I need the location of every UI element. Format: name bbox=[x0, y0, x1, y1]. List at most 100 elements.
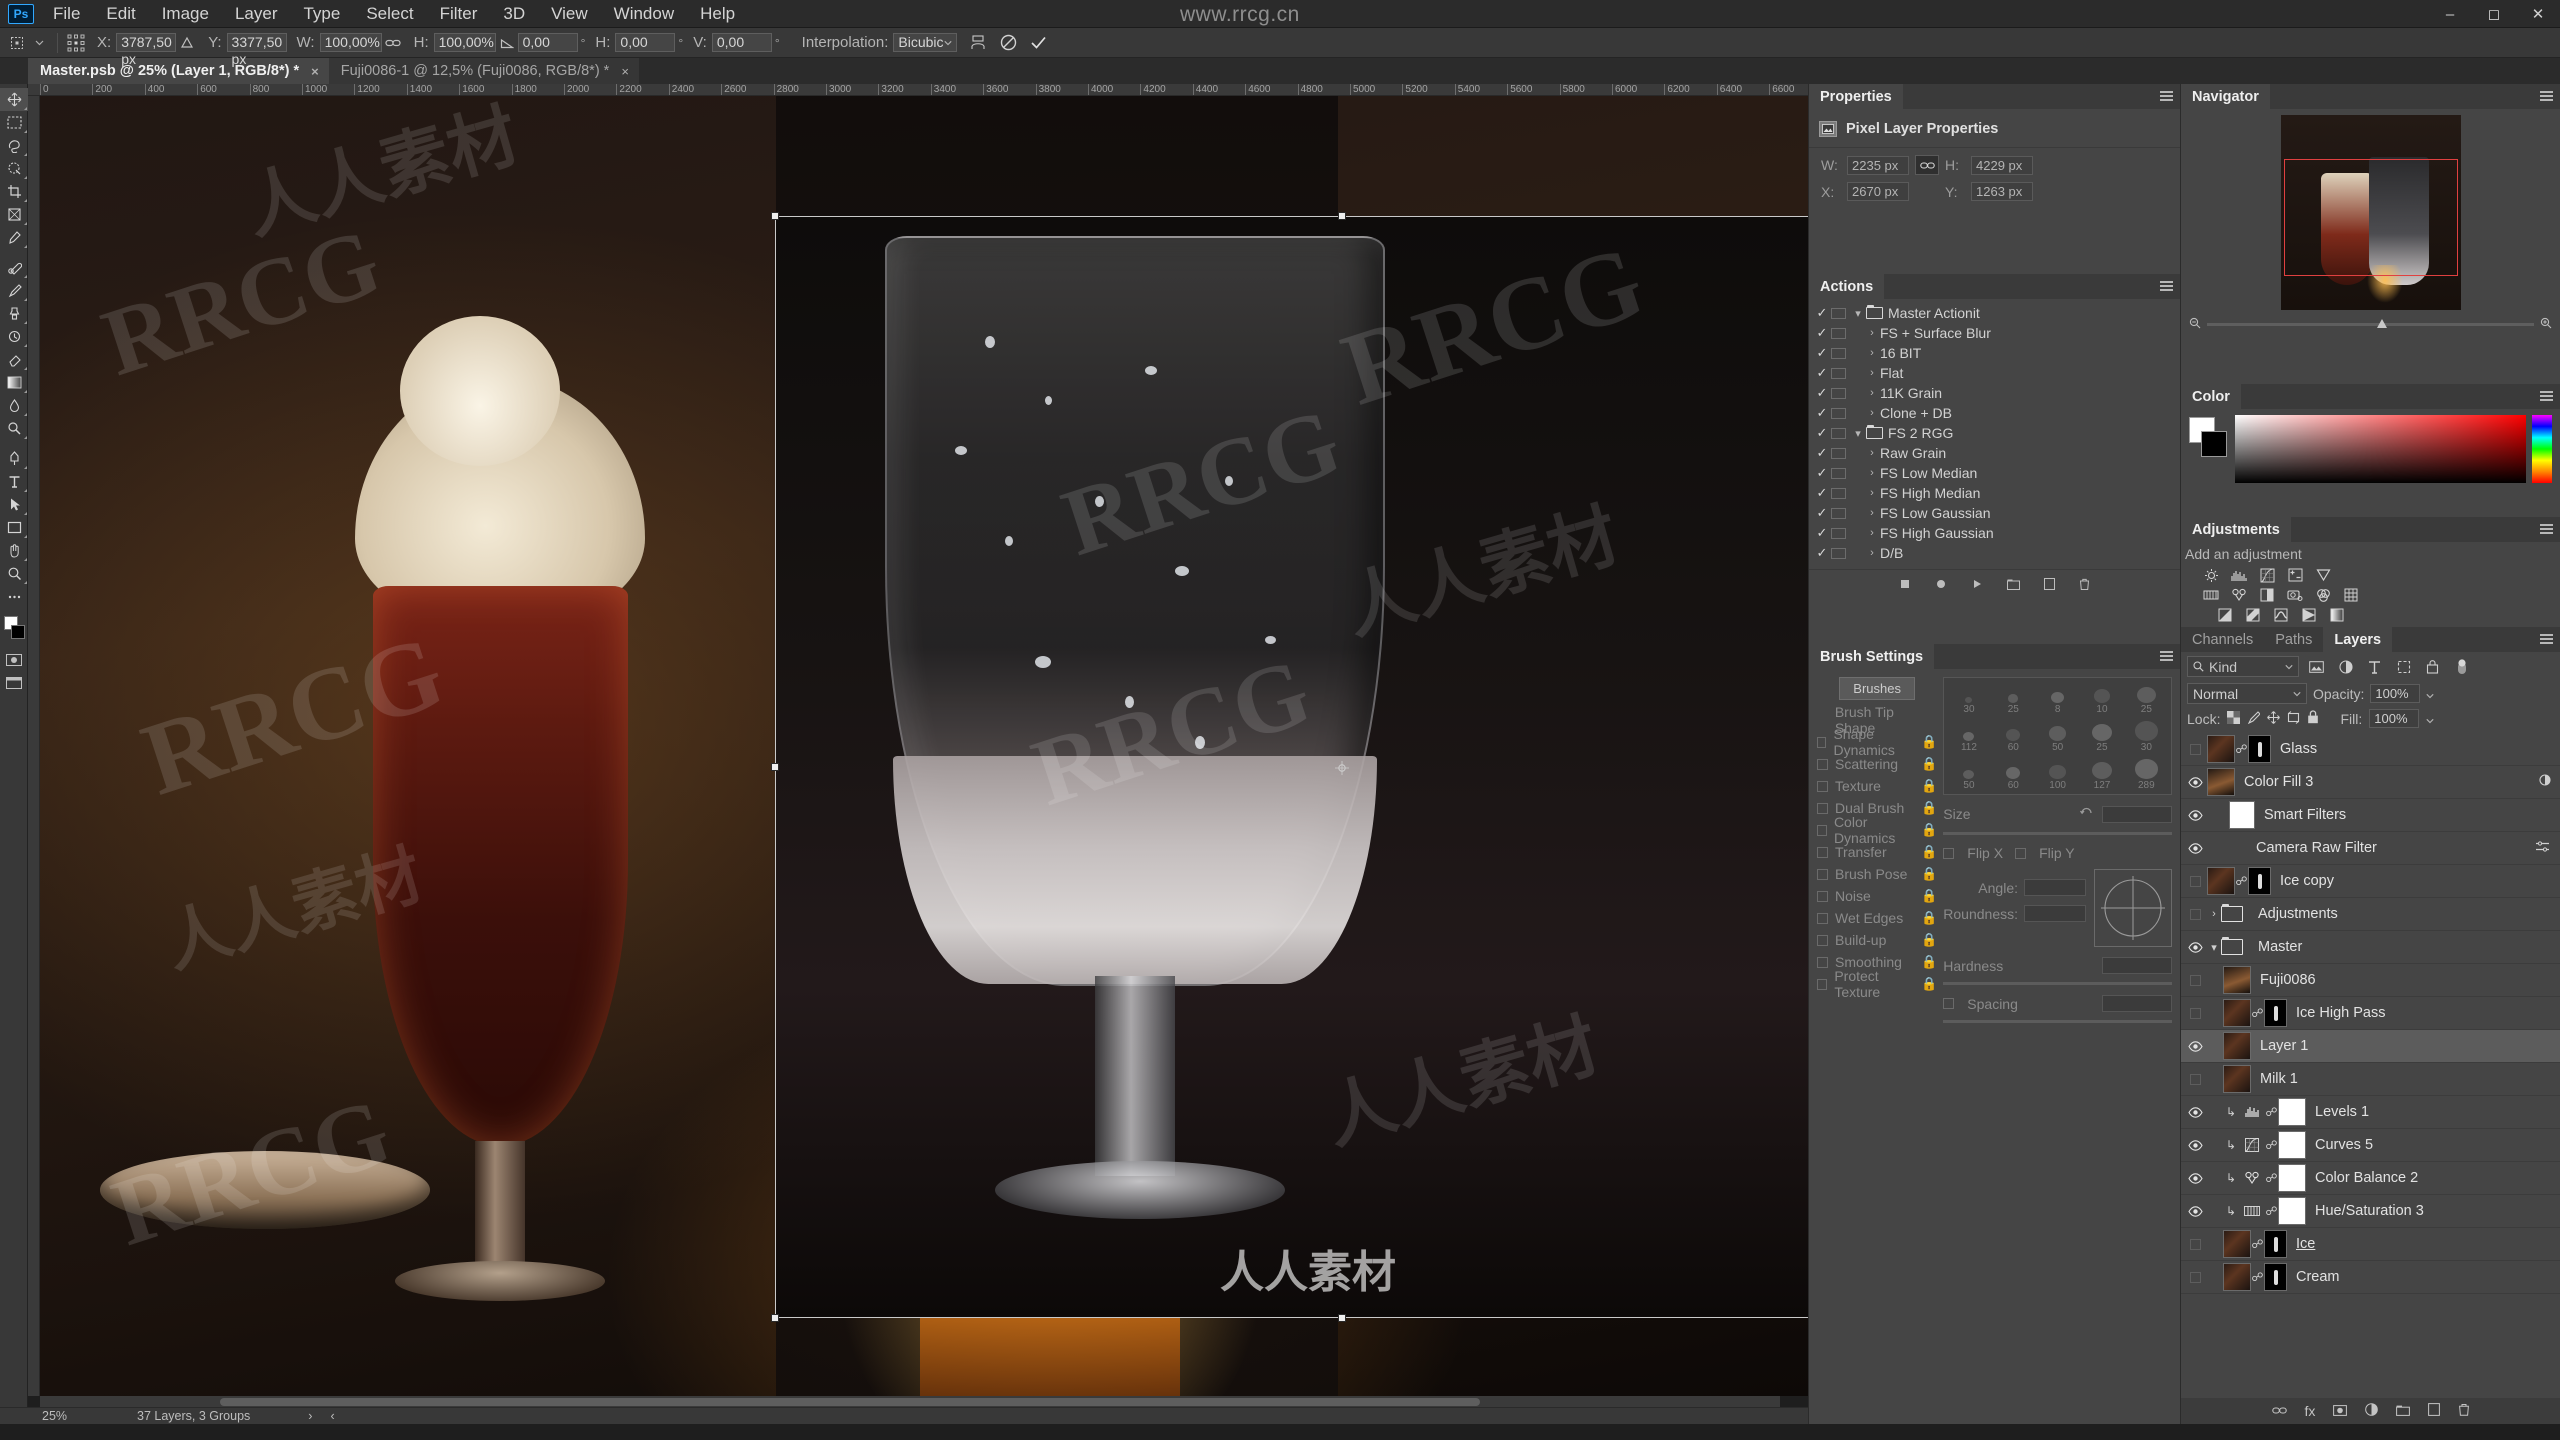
horizontal-scrollbar[interactable] bbox=[40, 1396, 1780, 1407]
layer-mask-thumbnail[interactable] bbox=[2248, 867, 2271, 895]
brush-option-checkbox[interactable] bbox=[1817, 891, 1828, 902]
brush-option-checkbox[interactable] bbox=[1817, 825, 1827, 836]
action-toggle-check[interactable]: ✓ bbox=[1813, 305, 1831, 321]
layer-visibility-toggle[interactable] bbox=[2183, 810, 2207, 821]
filter-settings-icon[interactable] bbox=[2535, 840, 2550, 856]
layer-visibility-toggle[interactable] bbox=[2183, 1173, 2207, 1184]
layer-thumbnail[interactable] bbox=[2223, 999, 2251, 1027]
canvas-area[interactable]: RRCG RRCG RRCG RRCG RRCG RRCG 人人素材 人人素材 … bbox=[40, 96, 1808, 1396]
lock-icon[interactable]: 🔒 bbox=[1921, 910, 1937, 926]
tab-color[interactable]: Color bbox=[2181, 384, 2241, 409]
interpolation-select[interactable]: Bicubic bbox=[893, 33, 957, 52]
layer-mask-thumbnail[interactable] bbox=[2248, 735, 2271, 763]
action-toggle-check[interactable]: ✓ bbox=[1813, 445, 1831, 461]
layer-filter-kind-select[interactable]: Kind bbox=[2187, 656, 2299, 677]
action-dialog-toggle[interactable] bbox=[1831, 428, 1846, 439]
dodge-tool[interactable] bbox=[0, 417, 28, 440]
brush-tip-cell[interactable]: 289 bbox=[2125, 754, 2168, 791]
eyedropper-tool[interactable] bbox=[0, 226, 28, 249]
delete-icon[interactable] bbox=[2079, 575, 2090, 595]
invert-icon[interactable] bbox=[2211, 605, 2239, 625]
action-row[interactable]: ✓›FS Low Gaussian bbox=[1813, 503, 2176, 523]
layer-row[interactable]: Color Fill 3 bbox=[2181, 766, 2560, 799]
brush-tip-cell[interactable]: 100 bbox=[2036, 754, 2079, 791]
panel-menu-icon[interactable] bbox=[2540, 634, 2553, 645]
layer-visibility-empty[interactable] bbox=[2190, 876, 2201, 887]
photo-filter-icon[interactable] bbox=[2281, 585, 2309, 605]
layer-row[interactable]: Smart Filters bbox=[2181, 799, 2560, 832]
document-tab-1[interactable]: Fuji0086-1 @ 12,5% (Fuji0086, RGB/8*) *× bbox=[329, 58, 639, 84]
layer-visibility-empty[interactable] bbox=[2190, 1272, 2201, 1283]
menu-select[interactable]: Select bbox=[353, 0, 426, 28]
brush-size-slider[interactable] bbox=[1943, 832, 2172, 835]
menu-type[interactable]: Type bbox=[290, 0, 353, 28]
chevron-right-icon[interactable]: › bbox=[1864, 507, 1880, 519]
layer-style-icon[interactable]: fx bbox=[2305, 1403, 2316, 1419]
lock-icon[interactable]: 🔒 bbox=[1921, 734, 1937, 750]
brush-tip-cell[interactable]: 25 bbox=[2080, 716, 2123, 753]
horizontal-ruler[interactable]: 0200400600800100012001400160018002000220… bbox=[28, 84, 1808, 96]
delta-icon[interactable] bbox=[176, 32, 198, 54]
black-white-icon[interactable] bbox=[2253, 585, 2281, 605]
action-toggle-check[interactable]: ✓ bbox=[1813, 485, 1831, 501]
transform-handle-tl[interactable] bbox=[771, 212, 779, 220]
vertical-ruler[interactable] bbox=[28, 96, 40, 1396]
menu-filter[interactable]: Filter bbox=[427, 0, 491, 28]
tab-actions[interactable]: Actions bbox=[1809, 274, 1884, 299]
mask-link-icon[interactable]: ☍ bbox=[2235, 742, 2248, 756]
action-dialog-toggle[interactable] bbox=[1831, 548, 1846, 559]
lock-icon[interactable]: 🔒 bbox=[1921, 866, 1937, 882]
curves-icon[interactable] bbox=[2253, 565, 2281, 585]
layer-row[interactable]: ↳☍Color Balance 2 bbox=[2181, 1162, 2560, 1195]
marquee-tool[interactable] bbox=[0, 111, 28, 134]
mask-link-icon[interactable]: ☍ bbox=[2265, 1204, 2278, 1218]
transform-handle-bl[interactable] bbox=[771, 1314, 779, 1322]
chevron-right-icon[interactable]: › bbox=[1864, 527, 1880, 539]
commit-transform-icon[interactable] bbox=[1027, 32, 1049, 54]
blur-tool[interactable] bbox=[0, 394, 28, 417]
smart-object-filter-icon[interactable] bbox=[2421, 656, 2444, 677]
crop-tool[interactable] bbox=[0, 180, 28, 203]
layer-row[interactable]: Layer 1 bbox=[2181, 1030, 2560, 1063]
layer-row[interactable]: ☍Ice copy bbox=[2181, 865, 2560, 898]
mask-link-icon[interactable]: ☍ bbox=[2265, 1105, 2278, 1119]
lock-icon[interactable]: 🔒 bbox=[1921, 800, 1937, 816]
brush-tip-cell[interactable]: 30 bbox=[2125, 716, 2168, 753]
maximize-button[interactable]: ◻ bbox=[2472, 0, 2516, 28]
brush-option-row[interactable]: Texture🔒 bbox=[1817, 775, 1937, 797]
brush-option-row[interactable]: Brush Pose🔒 bbox=[1817, 863, 1937, 885]
brush-angle-dial[interactable] bbox=[2094, 869, 2172, 947]
link-icon[interactable] bbox=[382, 32, 404, 54]
mask-link-icon[interactable]: ☍ bbox=[2251, 1270, 2264, 1284]
transform-edge-bottom[interactable] bbox=[775, 1317, 1808, 1318]
chevron-right-icon[interactable]: › bbox=[1864, 367, 1880, 379]
new-adjustment-icon[interactable] bbox=[2365, 1403, 2378, 1419]
new-action-icon[interactable] bbox=[2044, 575, 2055, 595]
pen-tool[interactable] bbox=[0, 447, 28, 470]
frame-tool[interactable] bbox=[0, 203, 28, 226]
action-dialog-toggle[interactable] bbox=[1831, 308, 1846, 319]
skew-v-input[interactable]: 0,00 bbox=[712, 33, 772, 52]
color-spectrum[interactable] bbox=[2235, 415, 2526, 483]
layer-row[interactable]: ▾Master bbox=[2181, 931, 2560, 964]
filter-toggle-icon[interactable] bbox=[2450, 656, 2473, 677]
brush-option-row[interactable]: Noise🔒 bbox=[1817, 885, 1937, 907]
move-tool[interactable] bbox=[0, 88, 28, 111]
color-background-swatch[interactable] bbox=[2201, 431, 2227, 457]
flip-x-checkbox[interactable] bbox=[1943, 848, 1954, 859]
type-tool[interactable] bbox=[0, 470, 28, 493]
properties-x-input[interactable]: 2670 px bbox=[1847, 182, 1909, 201]
reset-size-icon[interactable] bbox=[2079, 804, 2094, 824]
flip-y-checkbox[interactable] bbox=[2015, 848, 2026, 859]
brush-option-row[interactable]: Color Dynamics🔒 bbox=[1817, 819, 1937, 841]
action-toggle-check[interactable]: ✓ bbox=[1813, 385, 1831, 401]
brush-option-checkbox[interactable] bbox=[1817, 737, 1826, 748]
lock-icon[interactable]: 🔒 bbox=[1921, 844, 1937, 860]
layer-visibility-toggle[interactable] bbox=[2183, 1074, 2207, 1085]
action-dialog-toggle[interactable] bbox=[1831, 388, 1846, 399]
action-row[interactable]: ✓›FS + Surface Blur bbox=[1813, 323, 2176, 343]
menu-edit[interactable]: Edit bbox=[93, 0, 148, 28]
layer-visibility-toggle[interactable] bbox=[2183, 843, 2207, 854]
action-toggle-check[interactable]: ✓ bbox=[1813, 365, 1831, 381]
brush-option-checkbox[interactable] bbox=[1817, 781, 1828, 792]
